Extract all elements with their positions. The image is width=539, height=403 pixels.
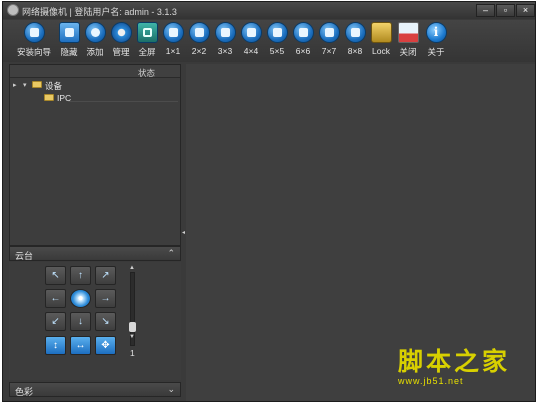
hide-icon xyxy=(58,22,80,43)
layout-8x8-icon xyxy=(344,22,366,43)
hide-button[interactable]: 隐藏 xyxy=(57,22,81,60)
fullscreen-icon xyxy=(136,22,158,43)
layout-4x4-button[interactable]: 4×4 xyxy=(239,22,263,60)
ptz-up-left-button[interactable]: ↖ xyxy=(45,266,66,285)
ptz-up-button[interactable]: ↑ xyxy=(70,266,91,285)
tree-node-devices[interactable]: ▸ ▾ 设备 xyxy=(10,79,180,91)
speed-value: 1 xyxy=(130,348,135,358)
about-button[interactable]: i 关于 xyxy=(424,22,448,60)
manage-button[interactable]: 管理 xyxy=(109,22,133,60)
layout-1x1-button[interactable]: 1×1 xyxy=(161,22,185,60)
status-column-header: 状态 xyxy=(138,68,156,78)
info-icon: i xyxy=(425,22,447,43)
folder-icon xyxy=(32,81,42,88)
close-video-button[interactable]: 关闭 xyxy=(396,22,420,60)
toolbar-label: 1×1 xyxy=(165,46,181,56)
color-title: 色彩 xyxy=(15,387,34,397)
layout-3x3-icon xyxy=(214,22,236,43)
wizard-button[interactable]: 安装向导 xyxy=(17,22,51,60)
gear-icon xyxy=(110,22,132,43)
layout-7x7-button[interactable]: 7×7 xyxy=(317,22,341,60)
ptz-control-panel: ↖ ↑ ↗ ← ● → ↙ ↓ ↘ ↕ ↔ ✥ ▲ ▼ 1 xyxy=(9,262,181,380)
window-title: 网络摄像机 | 登陆用户名: admin - 3.1.3 xyxy=(22,7,177,17)
toolbar-label: 隐藏 xyxy=(60,47,78,57)
ptz-left-button[interactable]: ← xyxy=(45,289,66,308)
title-bar[interactable]: 网络摄像机 | 登陆用户名: admin - 3.1.3 – ▫ × xyxy=(3,2,535,19)
ptz-down-button[interactable]: ↓ xyxy=(70,312,91,331)
close-button[interactable]: × xyxy=(516,4,535,17)
layout-8x8-button[interactable]: 8×8 xyxy=(343,22,367,60)
expand-arrow-icon[interactable]: ▸ xyxy=(13,81,17,89)
tree-node-label: 设备 xyxy=(45,81,63,91)
toolbar-label: Lock xyxy=(372,46,390,56)
layout-7x7-icon xyxy=(318,22,340,43)
toolbar-label: 关闭 xyxy=(399,47,417,57)
maximize-button[interactable]: ▫ xyxy=(496,4,515,17)
ptz-title: 云台 xyxy=(15,251,34,261)
toolbar-label: 关于 xyxy=(427,47,445,57)
device-tree-panel: 状态 ▸ ▾ 设备 IPC xyxy=(9,64,181,246)
search-add-icon xyxy=(84,22,106,43)
layout-6x6-button[interactable]: 6×6 xyxy=(291,22,315,60)
speed-up-arrow-icon[interactable]: ▲ xyxy=(129,265,135,271)
toolbar-label: 添加 xyxy=(86,47,104,57)
ptz-center-button[interactable]: ● xyxy=(70,289,91,308)
layout-5x5-icon xyxy=(266,22,288,43)
ptz-down-left-button[interactable]: ↙ xyxy=(45,312,66,331)
camera-app-icon xyxy=(7,4,19,16)
collapse-arrow-icon[interactable]: ▾ xyxy=(23,81,27,89)
lock-icon xyxy=(370,22,392,43)
speed-slider-thumb[interactable] xyxy=(129,322,136,332)
toolbar: 安装向导 隐藏 添加 管理 全屏 1×1 2×2 3×3 4×4 5×5 6×6… xyxy=(3,20,535,62)
tree-header: 状态 xyxy=(10,65,180,78)
toolbar-label: 5×5 xyxy=(269,46,285,56)
layout-2x2-icon xyxy=(188,22,210,43)
folder-icon xyxy=(44,94,54,101)
toolbar-label: 6×6 xyxy=(295,46,311,56)
add-button[interactable]: 添加 xyxy=(83,22,107,60)
toolbar-label: 8×8 xyxy=(347,46,363,56)
ptz-horizontal-scan-button[interactable]: ↔ xyxy=(70,336,91,355)
ptz-down-right-button[interactable]: ↘ xyxy=(95,312,116,331)
layout-2x2-button[interactable]: 2×2 xyxy=(187,22,211,60)
toolbar-label: 7×7 xyxy=(321,46,337,56)
close-window-icon xyxy=(397,22,419,43)
layout-5x5-button[interactable]: 5×5 xyxy=(265,22,289,60)
layout-6x6-icon xyxy=(292,22,314,43)
fullscreen-button[interactable]: 全屏 xyxy=(135,22,159,60)
layout-1x1-icon xyxy=(162,22,184,43)
toolbar-label: 全屏 xyxy=(138,47,156,57)
watermark-text: 脚本之家 xyxy=(398,347,511,376)
watermark-url: www.jb51.net xyxy=(398,376,464,386)
speed-down-arrow-icon[interactable]: ▼ xyxy=(129,334,135,340)
layout-4x4-icon xyxy=(240,22,262,43)
toolbar-label: 安装向导 xyxy=(17,47,52,57)
chevron-down-icon[interactable]: ⌄ xyxy=(167,384,175,395)
chevron-up-icon[interactable]: ⌃ xyxy=(167,248,175,259)
toolbar-label: 3×3 xyxy=(217,46,233,56)
wizard-icon xyxy=(23,22,45,43)
color-panel-header[interactable]: 色彩 ⌄ xyxy=(9,382,181,397)
lock-button[interactable]: Lock xyxy=(369,22,393,60)
row-divider xyxy=(68,101,178,102)
layout-3x3-button[interactable]: 3×3 xyxy=(213,22,237,60)
toolbar-label: 2×2 xyxy=(191,46,207,56)
toolbar-label: 4×4 xyxy=(243,46,259,56)
ptz-panel-header[interactable]: 云台 ⌃ xyxy=(9,246,181,261)
tree-node-ipc[interactable]: IPC xyxy=(10,92,180,104)
minimize-button[interactable]: – xyxy=(476,4,495,17)
toolbar-label: 管理 xyxy=(112,47,130,57)
collapse-panel-icon[interactable]: ◂ xyxy=(182,229,185,236)
ptz-cruise-button[interactable]: ✥ xyxy=(95,336,116,355)
ptz-up-right-button[interactable]: ↗ xyxy=(95,266,116,285)
ptz-right-button[interactable]: → xyxy=(95,289,116,308)
ptz-vertical-scan-button[interactable]: ↕ xyxy=(45,336,66,355)
